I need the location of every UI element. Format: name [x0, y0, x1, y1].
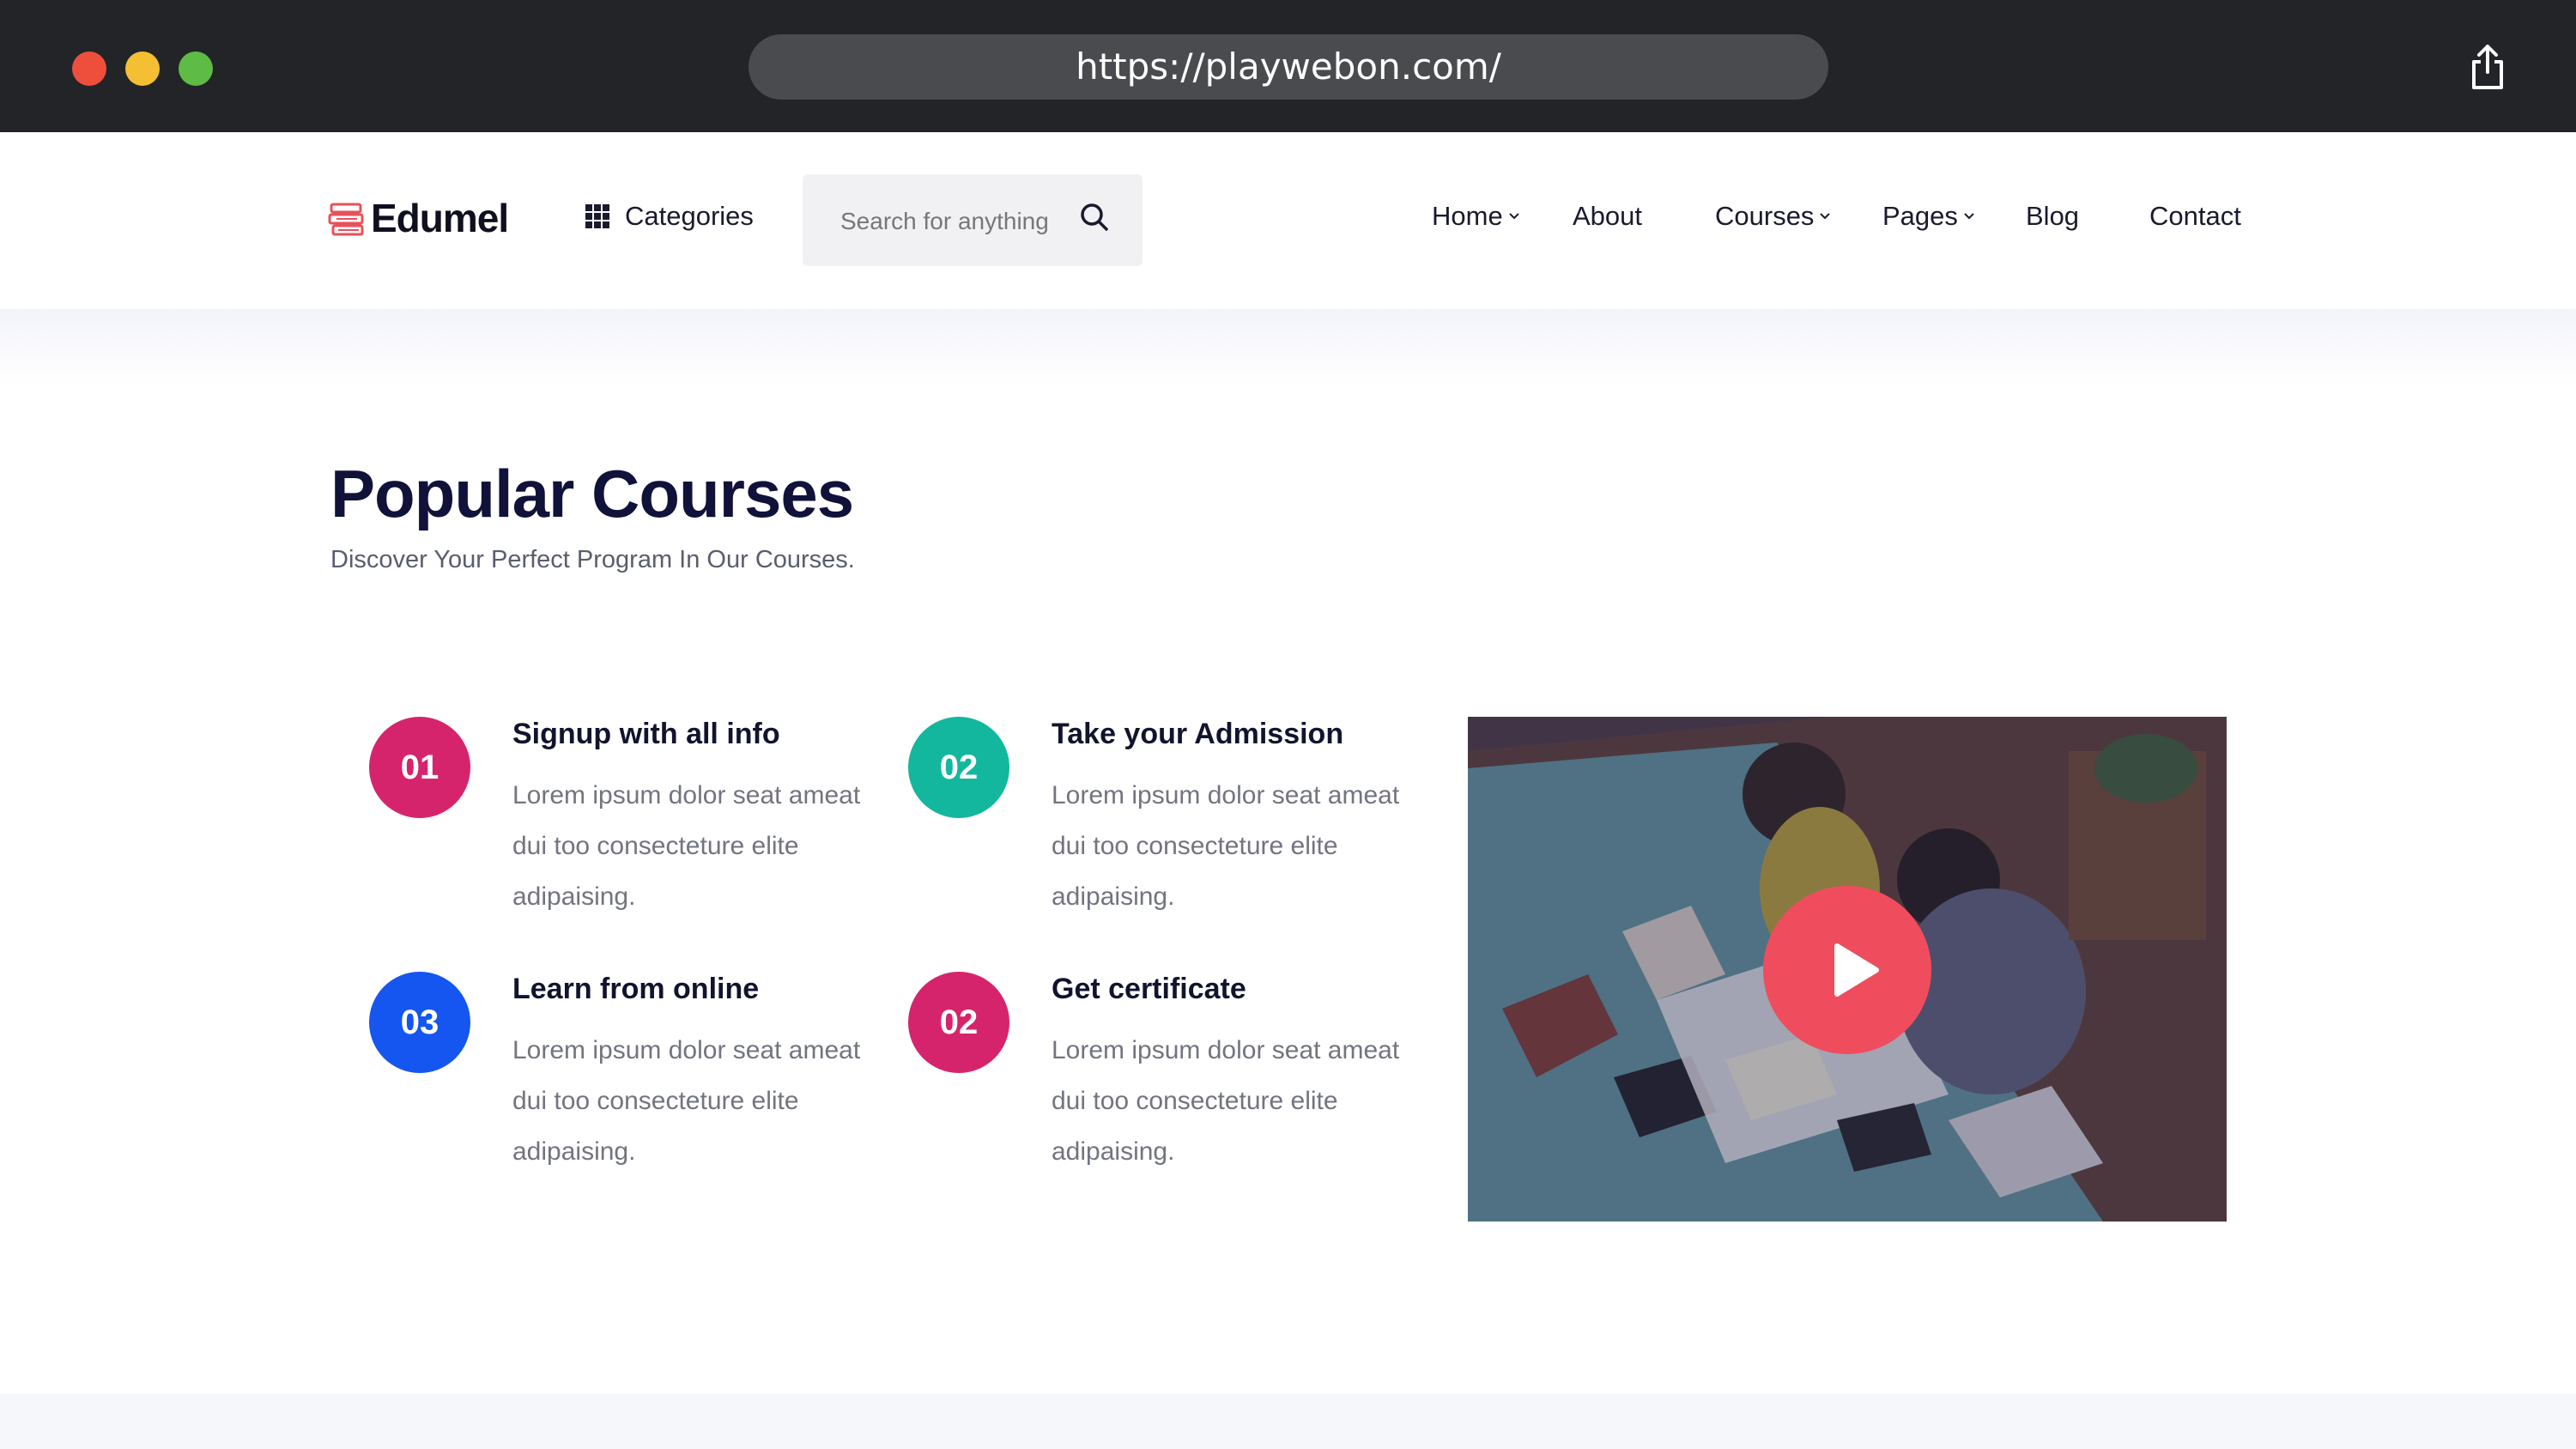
nav-about[interactable]: About	[1573, 201, 1642, 232]
maximize-window-button[interactable]	[179, 52, 213, 86]
nav-pages-label: Pages	[1882, 201, 1958, 231]
play-icon	[1834, 943, 1879, 997]
address-bar[interactable]: https://playwebon.com/	[749, 34, 1828, 100]
nav-courses-label: Courses	[1715, 201, 1815, 231]
step-number-badge: 01	[369, 717, 470, 818]
step-title: Take your Admission	[1052, 718, 1344, 750]
step-description: Lorem ipsum dolor seat ameat dui too con…	[512, 1036, 861, 1166]
nav-courses[interactable]: Courses	[1715, 201, 1831, 232]
step-description: Lorem ipsum dolor seat ameat dui too con…	[1052, 1036, 1400, 1166]
step-title: Get certificate	[1052, 973, 1246, 1005]
nav-pages[interactable]: Pages	[1882, 201, 1975, 232]
nav-home[interactable]: Home	[1432, 201, 1520, 232]
nav-blog-label: Blog	[2026, 201, 2080, 231]
grid-icon	[585, 204, 609, 228]
books-logo-icon	[328, 203, 364, 236]
categories-label: Categories	[625, 201, 754, 231]
step-number-badge: 02	[908, 972, 1009, 1073]
step-description: Lorem ipsum dolor seat ameat dui too con…	[512, 781, 861, 911]
step-number-badge: 03	[369, 972, 470, 1073]
search-icon[interactable]	[1079, 202, 1110, 233]
section-title: Popular Courses	[330, 456, 854, 531]
next-section-strip	[0, 1394, 2576, 1449]
video-thumbnail[interactable]	[1468, 717, 2227, 1222]
site-header: Edumel Categories Home About Courses Pag…	[0, 132, 2576, 309]
logo-text: Edumel	[371, 196, 509, 240]
site-logo[interactable]: Edumel	[326, 192, 509, 244]
step-title: Signup with all info	[512, 718, 780, 750]
close-window-button[interactable]	[72, 52, 106, 86]
minimize-window-button[interactable]	[125, 52, 160, 86]
section-subtitle: Discover Your Perfect Program In Our Cou…	[330, 546, 855, 573]
play-button[interactable]	[1763, 886, 1931, 1054]
step-title: Learn from online	[512, 973, 760, 1005]
nav-contact-label: Contact	[2149, 201, 2241, 231]
step-description: Lorem ipsum dolor seat ameat dui too con…	[1052, 781, 1400, 911]
step-number-badge: 02	[908, 717, 1009, 818]
share-icon[interactable]	[2469, 43, 2506, 91]
browser-toolbar: https://playwebon.com/	[0, 0, 2576, 132]
nav-home-label: Home	[1432, 201, 1503, 231]
chevron-down-icon	[1508, 213, 1519, 220]
nav-contact[interactable]: Contact	[2149, 201, 2241, 232]
chevron-down-icon	[1964, 213, 1974, 220]
categories-button[interactable]: Categories	[584, 201, 754, 232]
chevron-down-icon	[1820, 213, 1831, 220]
nav-blog[interactable]: Blog	[2026, 201, 2079, 232]
nav-about-label: About	[1573, 201, 1643, 231]
header-divider	[0, 309, 2576, 386]
search-box	[803, 174, 1143, 266]
search-input[interactable]	[839, 197, 1065, 246]
